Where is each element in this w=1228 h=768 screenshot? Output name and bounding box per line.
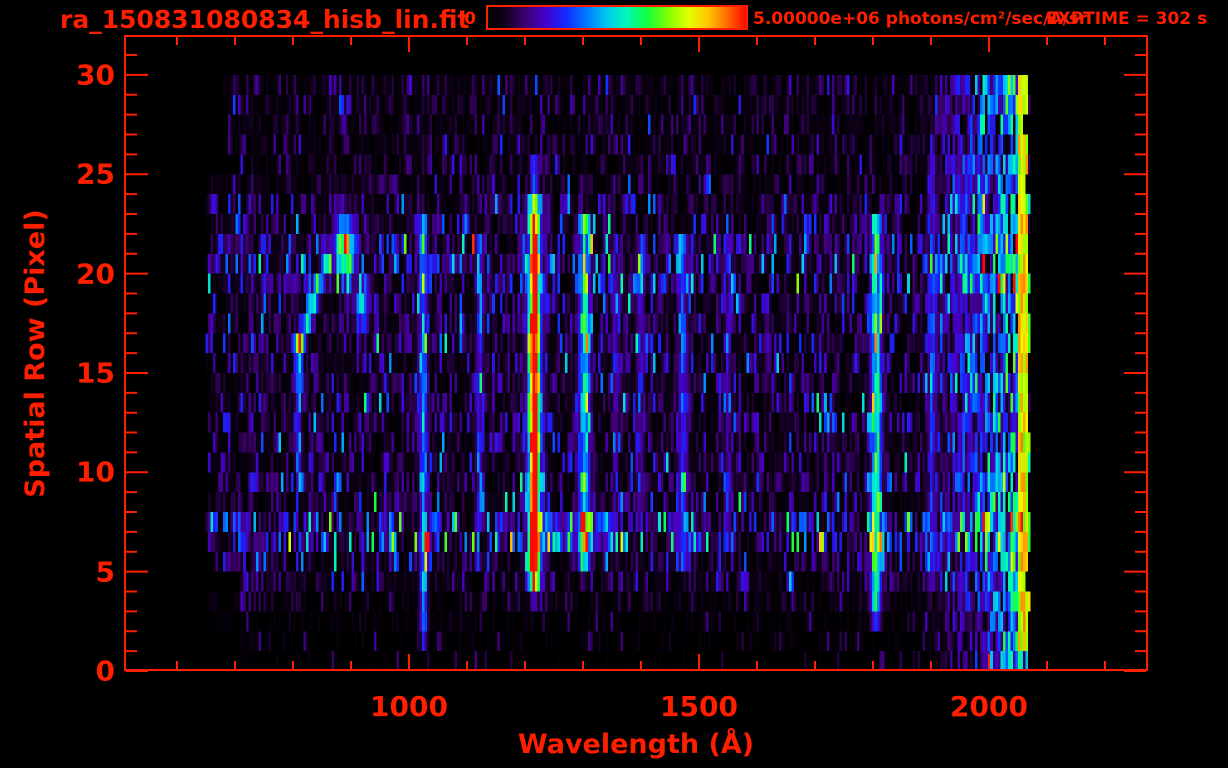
y-tick-label: 25 bbox=[76, 157, 115, 191]
x-tick-label: 2000 bbox=[950, 690, 1028, 723]
y-tick-label: 0 bbox=[95, 654, 115, 688]
x-tick-label: 1000 bbox=[370, 690, 448, 723]
y-tick-label: 20 bbox=[76, 257, 115, 291]
y-tick-label: 5 bbox=[95, 555, 115, 589]
x-axis-title: Wavelength (Å) bbox=[517, 729, 755, 760]
y-tick-label: 30 bbox=[76, 58, 115, 92]
axis-ticks bbox=[126, 37, 1146, 672]
y-tick-label: 15 bbox=[76, 356, 115, 390]
plot-frame bbox=[124, 35, 1148, 671]
y-axis-title: Spatial Row (Pixel) bbox=[20, 209, 51, 498]
y-tick-label: 10 bbox=[76, 455, 115, 489]
axes-frame bbox=[124, 35, 1148, 672]
spectral-viewer-window: ra_150831080834_hisb_lin.fit 0 5.00000e+… bbox=[0, 0, 1228, 768]
x-tick-label: 1500 bbox=[660, 690, 738, 723]
